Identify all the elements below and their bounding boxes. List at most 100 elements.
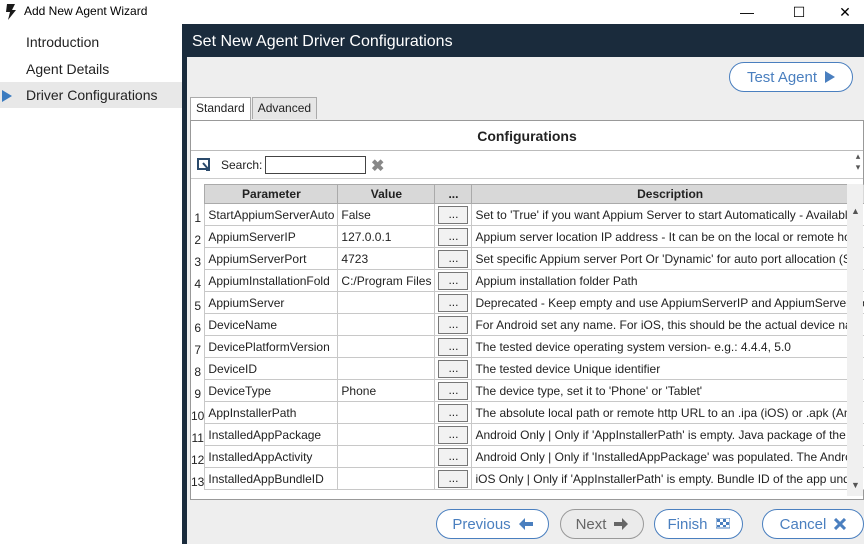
- play-icon: [825, 71, 836, 83]
- scroll-down-icon[interactable]: ▼: [851, 480, 860, 490]
- value-cell[interactable]: [337, 423, 436, 446]
- table-row[interactable]: 13 InstalledAppBundleID ... iOS Only | O…: [191, 467, 864, 490]
- close-icon: ✕: [839, 3, 851, 20]
- value-cell[interactable]: [337, 335, 436, 358]
- table-row[interactable]: 11 InstalledAppPackage ... Android Only …: [191, 423, 864, 446]
- table-row[interactable]: 9 DeviceType Phone ... The device type, …: [191, 379, 864, 402]
- edit-button-cell: ...: [434, 203, 473, 226]
- current-step-arrow-icon: [2, 90, 12, 102]
- maximize-button[interactable]: ☐: [776, 0, 822, 24]
- value-cell[interactable]: 4723: [337, 247, 436, 270]
- edit-button-cell: ...: [434, 269, 473, 292]
- column-header-button[interactable]: ...: [434, 184, 473, 204]
- value-cell[interactable]: [337, 445, 436, 468]
- column-header-description[interactable]: Description: [471, 184, 864, 204]
- parameter-cell: InstalledAppPackage: [204, 423, 339, 446]
- scroll-up-icon[interactable]: ▲: [851, 206, 860, 216]
- edit-value-button[interactable]: ...: [438, 425, 469, 444]
- edit-value-button[interactable]: ...: [438, 337, 469, 356]
- sidebar-item-introduction[interactable]: Introduction: [0, 29, 182, 55]
- finish-button[interactable]: Finish: [654, 509, 743, 539]
- grid-toolbar: Search: ✖ ▴ ▾: [191, 151, 863, 179]
- description-cell: iOS Only | Only if 'AppInstallerPath' is…: [471, 467, 864, 490]
- table-row[interactable]: 4 AppiumInstallationFold C:/Program File…: [191, 269, 864, 292]
- edit-value-button[interactable]: ...: [438, 271, 469, 290]
- description-cell: Appium server location IP address - It c…: [471, 225, 864, 248]
- value-cell[interactable]: C:/Program Files: [337, 269, 436, 292]
- close-button[interactable]: ✕: [822, 0, 864, 24]
- table-row[interactable]: 3 AppiumServerPort 4723 ... Set specific…: [191, 247, 864, 270]
- sidebar-item-agent-details[interactable]: Agent Details: [0, 56, 182, 82]
- edit-button-cell: ...: [434, 247, 473, 270]
- next-button[interactable]: Next: [560, 509, 644, 539]
- value-cell[interactable]: [337, 357, 436, 380]
- edit-value-button[interactable]: ...: [438, 381, 469, 400]
- edit-button-cell: ...: [434, 225, 473, 248]
- edit-value-button[interactable]: ...: [438, 249, 469, 268]
- wizard-steps-sidebar: Introduction Agent Details Driver Config…: [0, 24, 182, 544]
- export-icon[interactable]: [197, 158, 211, 172]
- row-number: 10: [191, 401, 205, 424]
- row-number: 13: [191, 467, 205, 490]
- table-row[interactable]: 8 DeviceID ... The tested device Unique …: [191, 357, 864, 380]
- tab-standard[interactable]: Standard: [190, 97, 251, 120]
- value-cell[interactable]: Phone: [337, 379, 436, 402]
- grid-vertical-scrollbar[interactable]: ▲ ▼: [847, 184, 863, 496]
- edit-value-button[interactable]: ...: [438, 205, 469, 224]
- minimize-icon: —: [740, 4, 754, 20]
- parameter-cell: AppiumInstallationFold: [204, 269, 339, 292]
- edit-value-button[interactable]: ...: [438, 403, 469, 422]
- finish-label: Finish: [667, 515, 708, 533]
- description-cell: The tested device operating system versi…: [471, 335, 864, 358]
- column-header-parameter[interactable]: Parameter: [204, 184, 339, 204]
- value-cell[interactable]: [337, 467, 436, 490]
- test-agent-button[interactable]: Test Agent: [729, 62, 853, 92]
- row-number: 7: [191, 335, 205, 358]
- value-cell[interactable]: 127.0.0.1: [337, 225, 436, 248]
- row-number: 3: [191, 247, 205, 270]
- value-cell[interactable]: [337, 313, 436, 336]
- grid-title: Configurations: [191, 121, 863, 151]
- edit-value-button[interactable]: ...: [438, 227, 469, 246]
- sidebar-item-label: Agent Details: [26, 61, 110, 77]
- edit-button-cell: ...: [434, 423, 473, 446]
- description-cell: The absolute local path or remote http U…: [471, 401, 864, 424]
- description-cell: The tested device Unique identifier: [471, 357, 864, 380]
- edit-value-button[interactable]: ...: [438, 359, 469, 378]
- description-cell: Android Only | Only if 'AppInstallerPath…: [471, 423, 864, 446]
- edit-value-button[interactable]: ...: [438, 469, 469, 488]
- previous-button[interactable]: Previous: [436, 509, 549, 539]
- table-row[interactable]: 2 AppiumServerIP 127.0.0.1 ... Appium se…: [191, 225, 864, 248]
- edit-value-button[interactable]: ...: [438, 293, 469, 312]
- table-row[interactable]: 12 InstalledAppActivity ... Android Only…: [191, 445, 864, 468]
- table-row[interactable]: 5 AppiumServer ... Deprecated - Keep emp…: [191, 291, 864, 314]
- main-panel: Set New Agent Driver Configurations Test…: [182, 24, 864, 544]
- edit-value-button[interactable]: ...: [438, 315, 469, 334]
- parameter-cell: AppiumServerPort: [204, 247, 339, 270]
- row-number: 2: [191, 225, 205, 248]
- clear-search-icon[interactable]: ✖: [371, 156, 384, 176]
- minimize-button[interactable]: —: [724, 0, 770, 24]
- value-cell[interactable]: [337, 291, 436, 314]
- row-number: 6: [191, 313, 205, 336]
- configurations-grid: Configurations Search: ✖ ▴ ▾ Parameter V…: [190, 120, 864, 500]
- edit-button-cell: ...: [434, 379, 473, 402]
- table-row[interactable]: 1 StartAppiumServerAuto False ... Set to…: [191, 203, 864, 226]
- description-cell: Appium installation folder Path: [471, 269, 864, 292]
- edit-value-button[interactable]: ...: [438, 447, 469, 466]
- cancel-button[interactable]: Cancel: [762, 509, 864, 539]
- parameter-cell: AppiumServerIP: [204, 225, 339, 248]
- search-input[interactable]: [265, 156, 366, 174]
- cancel-x-icon: [834, 518, 847, 530]
- table-row[interactable]: 10 AppInstallerPath ... The absolute loc…: [191, 401, 864, 424]
- table-row[interactable]: 7 DevicePlatformVersion ... The tested d…: [191, 335, 864, 358]
- column-header-value[interactable]: Value: [337, 184, 436, 204]
- row-number: 11: [191, 423, 205, 446]
- toolbar-scroll-down-icon[interactable]: ▴ ▾: [853, 151, 863, 179]
- edit-button-cell: ...: [434, 291, 473, 314]
- tab-advanced[interactable]: Advanced: [251, 97, 318, 119]
- value-cell[interactable]: [337, 401, 436, 424]
- table-row[interactable]: 6 DeviceName ... For Android set any nam…: [191, 313, 864, 336]
- value-cell[interactable]: False: [337, 203, 436, 226]
- sidebar-item-driver-configurations[interactable]: Driver Configurations: [0, 82, 182, 108]
